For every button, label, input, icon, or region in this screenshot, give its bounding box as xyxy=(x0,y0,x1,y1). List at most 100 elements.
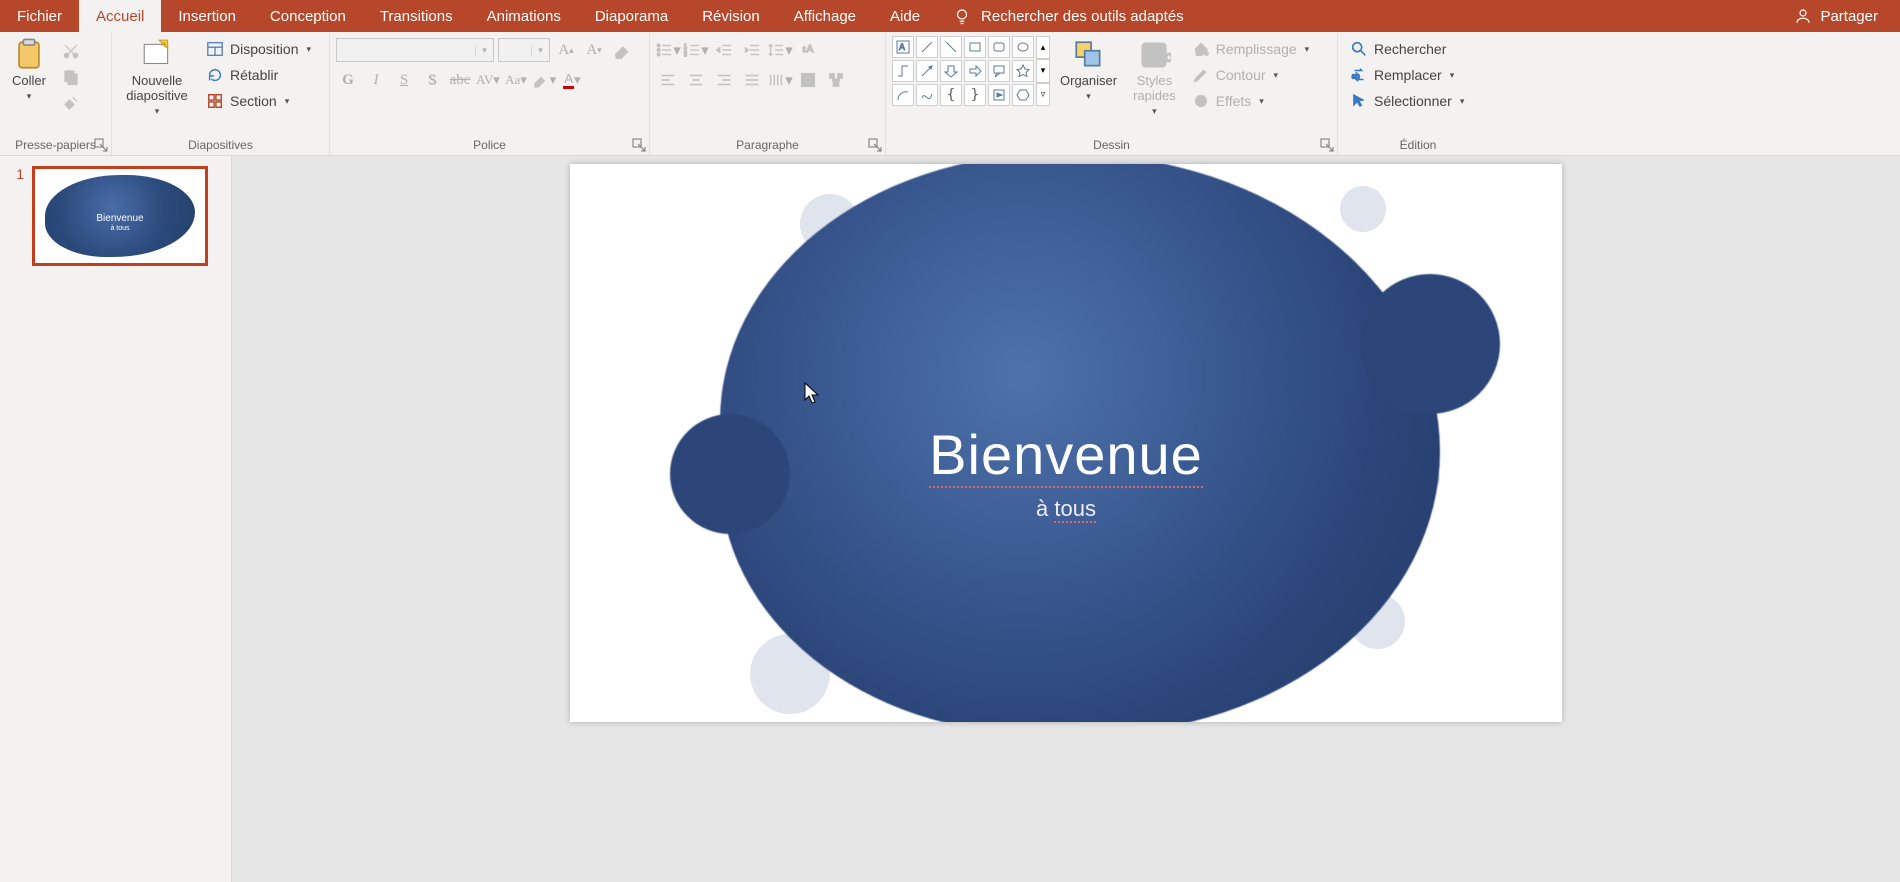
shape-gallery[interactable]: A { } xyxy=(892,36,1034,106)
font-launcher[interactable] xyxy=(632,138,646,152)
italic-button[interactable]: I xyxy=(364,68,388,92)
align-right-button[interactable] xyxy=(712,68,736,92)
paragraph-launcher[interactable] xyxy=(868,138,882,152)
replace-button[interactable]: ab Remplacer▾ xyxy=(1344,64,1470,86)
numbering-button[interactable]: 123▾ xyxy=(684,38,708,62)
slide-subtitle[interactable]: à tous xyxy=(570,496,1562,522)
effects-icon xyxy=(1192,92,1210,110)
shape-brace-l[interactable]: { xyxy=(940,84,962,106)
gallery-up[interactable]: ▴ xyxy=(1036,36,1050,59)
tell-me-search[interactable]: Rechercher des outils adaptés xyxy=(937,0,1200,32)
effects-label: Effets xyxy=(1216,93,1252,109)
tab-help[interactable]: Aide xyxy=(873,0,937,32)
cut-button[interactable] xyxy=(56,40,86,62)
find-button[interactable]: Rechercher xyxy=(1344,38,1470,60)
shape-elbow[interactable] xyxy=(916,60,938,82)
tab-view[interactable]: Affichage xyxy=(777,0,873,32)
clear-formatting-button[interactable] xyxy=(610,38,634,62)
share-button[interactable]: Partager xyxy=(1772,0,1900,32)
font-size-combo[interactable]: ▾ xyxy=(498,38,550,62)
shape-brace-r[interactable]: } xyxy=(964,84,986,106)
increase-indent-button[interactable] xyxy=(740,38,764,62)
tab-slideshow[interactable]: Diaporama xyxy=(578,0,685,32)
shape-connector[interactable] xyxy=(892,60,914,82)
strikethrough-button[interactable]: abc xyxy=(448,68,472,92)
gallery-scroll: ▴ ▾ ▿ xyxy=(1036,36,1050,106)
shape-arrow-down[interactable] xyxy=(940,60,962,82)
highlight-button[interactable]: ▾ xyxy=(532,68,556,92)
columns-button[interactable]: ▾ xyxy=(768,68,792,92)
bucket-icon xyxy=(1192,40,1210,58)
shape-line2[interactable] xyxy=(940,36,962,58)
tab-insert[interactable]: Insertion xyxy=(161,0,253,32)
slide[interactable]: Bienvenue à tous xyxy=(570,164,1562,722)
shape-arc[interactable] xyxy=(892,84,914,106)
line-spacing-button[interactable]: ▾ xyxy=(768,38,792,62)
section-button[interactable]: Section▾ xyxy=(200,90,317,112)
workspace: 1 Bienvenue à tous Bienvenue à tous xyxy=(0,156,1900,882)
paste-button[interactable]: Coller ▾ xyxy=(6,36,52,103)
arrange-button[interactable]: Organiser▾ xyxy=(1054,36,1123,103)
underline-button[interactable]: S xyxy=(392,68,416,92)
gallery-down[interactable]: ▾ xyxy=(1036,59,1050,82)
tab-design[interactable]: Conception xyxy=(253,0,363,32)
slide-title[interactable]: Bienvenue xyxy=(570,422,1562,487)
shape-arrow-right[interactable] xyxy=(964,60,986,82)
layout-button[interactable]: Disposition▾ xyxy=(200,38,317,60)
select-button[interactable]: Sélectionner▾ xyxy=(1344,90,1470,112)
shape-effects-button[interactable]: Effets▾ xyxy=(1186,90,1315,112)
shadow-button[interactable]: S xyxy=(420,68,444,92)
shape-curve[interactable] xyxy=(916,84,938,106)
char-spacing-button[interactable]: AV▾ xyxy=(476,68,500,92)
new-slide-icon: ✶ xyxy=(140,38,174,72)
align-center-button[interactable] xyxy=(684,68,708,92)
tab-review[interactable]: Révision xyxy=(685,0,777,32)
new-slide-label: Nouvelle diapositive xyxy=(126,74,187,104)
bullets-button[interactable]: ▾ xyxy=(656,38,680,62)
pen-icon xyxy=(1192,66,1210,84)
align-text-button[interactable] xyxy=(796,68,820,92)
fill-label: Remplissage xyxy=(1216,41,1297,57)
copy-icon xyxy=(62,68,80,86)
tab-file[interactable]: Fichier xyxy=(0,0,79,32)
shape-rect[interactable] xyxy=(964,36,986,58)
shape-roundrect[interactable] xyxy=(988,36,1010,58)
shape-outline-button[interactable]: Contour▾ xyxy=(1186,64,1315,86)
layout-icon xyxy=(206,40,224,58)
bold-button[interactable]: G xyxy=(336,68,360,92)
gallery-more[interactable]: ▿ xyxy=(1036,83,1050,106)
drawing-launcher[interactable] xyxy=(1320,138,1334,152)
text-direction-icon: ↕A xyxy=(799,41,817,59)
font-color-button[interactable]: A▾ xyxy=(560,68,584,92)
change-case-button[interactable]: Aa▾ xyxy=(504,68,528,92)
reset-button[interactable]: Rétablir xyxy=(200,64,317,86)
text-direction-button[interactable]: ↕A xyxy=(796,38,820,62)
shape-textbox[interactable]: A xyxy=(892,36,914,58)
shape-line[interactable] xyxy=(916,36,938,58)
increase-font-button[interactable]: A▴ xyxy=(554,38,578,62)
tab-home[interactable]: Accueil xyxy=(79,0,161,32)
slide-thumbnail-1[interactable]: Bienvenue à tous xyxy=(32,166,208,266)
font-name-combo[interactable]: ▾ xyxy=(336,38,494,62)
tab-transitions[interactable]: Transitions xyxy=(363,0,470,32)
ribbon-tabstrip: Fichier Accueil Insertion Conception Tra… xyxy=(0,0,1900,32)
clipboard-launcher[interactable] xyxy=(94,138,108,152)
smartart-button[interactable] xyxy=(824,68,848,92)
tab-animations[interactable]: Animations xyxy=(470,0,578,32)
decrease-indent-button[interactable] xyxy=(712,38,736,62)
format-painter-button[interactable] xyxy=(56,92,86,114)
quick-styles-button[interactable]: Abc Styles rapides▾ xyxy=(1127,36,1182,118)
shape-action[interactable] xyxy=(988,84,1010,106)
new-slide-button[interactable]: ✶ Nouvelle diapositive ▾ xyxy=(118,36,196,118)
shape-star[interactable] xyxy=(1012,60,1034,82)
justify-button[interactable] xyxy=(740,68,764,92)
shape-hex[interactable] xyxy=(1012,84,1034,106)
shape-callout[interactable] xyxy=(988,60,1010,82)
slide-canvas-area[interactable]: Bienvenue à tous xyxy=(232,156,1900,882)
person-icon xyxy=(1794,7,1812,25)
decrease-font-button[interactable]: A▾ xyxy=(582,38,606,62)
align-left-button[interactable] xyxy=(656,68,680,92)
copy-button[interactable] xyxy=(56,66,86,88)
shape-fill-button[interactable]: Remplissage▾ xyxy=(1186,38,1315,60)
shape-oval[interactable] xyxy=(1012,36,1034,58)
